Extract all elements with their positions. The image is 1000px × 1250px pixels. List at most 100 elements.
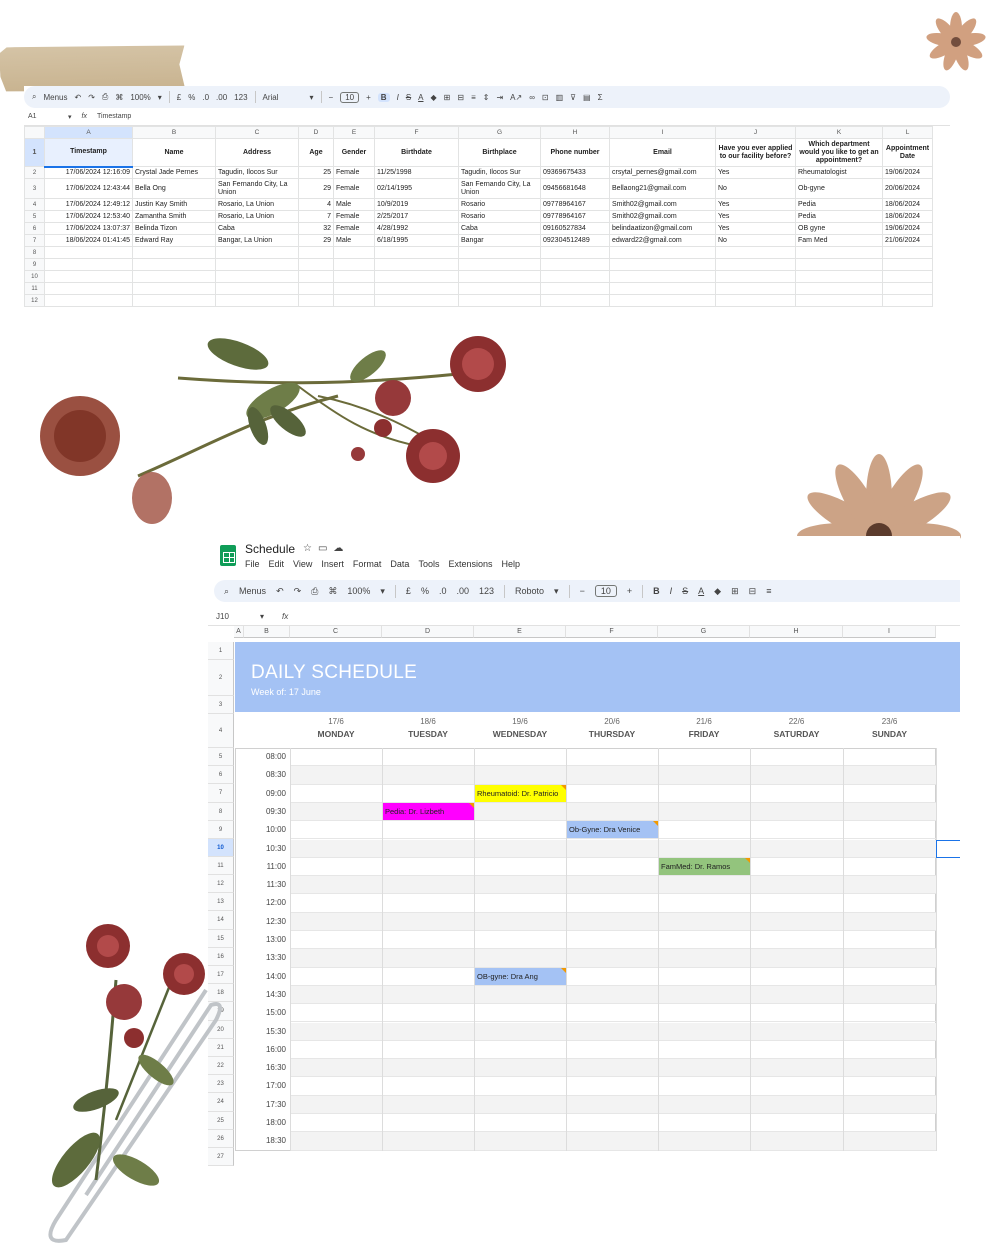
redo-icon[interactable]: ↷ [88,93,95,102]
table-cell[interactable]: Yes [715,166,796,179]
corner-select-all[interactable] [24,126,45,139]
empty-cell[interactable] [374,282,459,295]
empty-cell[interactable] [609,282,716,295]
align-vertical-icon[interactable]: ⇕ [483,93,490,102]
appointment-block[interactable]: Ob-Gyne: Dra Venice [567,821,658,839]
table-cell[interactable]: 29 [298,178,334,199]
time-slot-row[interactable] [290,968,936,986]
empty-cell[interactable] [609,246,716,259]
table-cell[interactable]: 17/06/2024 12:16:09 [44,166,133,179]
table-cell[interactable]: Rosario [458,198,541,211]
empty-cell[interactable] [298,270,334,283]
empty-cell[interactable] [298,258,334,271]
empty-cell[interactable] [215,246,299,259]
table-cell[interactable]: Yes [715,222,796,235]
row-number[interactable]: 3 [24,178,45,199]
font-size-input[interactable]: 10 [594,585,617,597]
table-cell[interactable]: Rosario, La Union [215,198,299,211]
italic-icon[interactable]: I [397,93,399,102]
font-select[interactable]: Arial [263,93,303,102]
font-size-decrease-icon[interactable]: − [580,586,585,596]
menu-item-help[interactable]: Help [501,559,520,569]
menu-item-insert[interactable]: Insert [321,559,344,569]
empty-cell[interactable] [715,270,796,283]
align-horizontal-icon[interactable]: ≡ [471,93,476,102]
row-number[interactable]: 2 [24,166,45,179]
menu-item-view[interactable]: View [293,559,312,569]
column-header-b[interactable]: B [244,626,290,638]
empty-cell[interactable] [44,258,133,271]
increase-decimal-button[interactable]: .00 [216,93,227,102]
column-title-cell[interactable]: Appointment Date [882,138,933,167]
table-cell[interactable]: 18/06/2024 01:41:45 [44,234,133,247]
menu-item-file[interactable]: File [245,559,260,569]
table-cell[interactable]: Female [333,222,375,235]
table-cell[interactable]: Male [333,198,375,211]
undo-icon[interactable]: ↶ [75,93,82,102]
table-cell[interactable]: 6/18/1995 [374,234,459,247]
row-number[interactable]: 3 [208,696,234,714]
name-box[interactable]: A1 [28,113,58,120]
column-header-g[interactable]: G [458,126,541,139]
empty-cell[interactable] [540,270,610,283]
row-number[interactable]: 6 [208,766,234,784]
empty-cell[interactable] [298,246,334,259]
row-number[interactable]: 9 [24,258,45,271]
appointment-block[interactable]: OB-gyne: Dra Ang [475,967,566,985]
column-header-h[interactable]: H [750,626,843,638]
column-header-k[interactable]: K [795,126,883,139]
column-header-g[interactable]: G [658,626,750,638]
row-number[interactable]: 4 [24,198,45,211]
table-cell[interactable]: crsytal_pernes@gmail.com [609,166,716,179]
empty-cell[interactable] [132,282,216,295]
time-slot-row[interactable] [290,1004,936,1023]
table-cell[interactable]: 19/06/2024 [882,166,933,179]
menu-item-edit[interactable]: Edit [269,559,285,569]
empty-cell[interactable] [715,246,796,259]
table-cell[interactable]: No [715,234,796,247]
text-color-icon[interactable]: A [698,586,704,596]
sheets-logo-icon[interactable] [220,545,236,566]
row-number[interactable]: 9 [208,821,234,839]
empty-cell[interactable] [215,270,299,283]
empty-cell[interactable] [374,294,459,307]
table-cell[interactable]: Female [333,210,375,223]
table-cell[interactable]: Bangar [458,234,541,247]
borders-icon[interactable]: ⊞ [444,93,451,102]
currency-button[interactable]: £ [406,586,411,596]
menus-search[interactable]: Menus [239,586,266,596]
column-title-cell[interactable]: Email [609,138,716,167]
zoom-select[interactable]: 100% [130,93,150,102]
table-cell[interactable]: 21/06/2024 [882,234,933,247]
time-slot-row[interactable] [290,785,936,803]
empty-cell[interactable] [333,270,375,283]
table-cell[interactable]: 7 [298,210,334,223]
chevron-down-icon[interactable]: ▾ [68,113,72,121]
empty-cell[interactable] [715,282,796,295]
row-number[interactable]: 5 [208,748,234,766]
empty-cell[interactable] [374,258,459,271]
table-cell[interactable]: Zamantha Smith [132,210,216,223]
empty-cell[interactable] [882,270,933,283]
row-number[interactable]: 12 [24,294,45,307]
row-number[interactable]: 11 [24,282,45,295]
empty-cell[interactable] [333,246,375,259]
column-header-j[interactable]: J [715,126,796,139]
chevron-down-icon[interactable]: ▾ [260,612,264,621]
time-slot-row[interactable] [290,1022,936,1041]
empty-cell[interactable] [795,282,883,295]
table-cell[interactable]: 19/06/2024 [882,222,933,235]
column-title-cell[interactable]: Have you ever applied to our facility be… [715,138,796,167]
table-cell[interactable]: 092304512489 [540,234,610,247]
italic-icon[interactable]: I [670,586,673,596]
table-cell[interactable]: Bella Ong [132,178,216,199]
chevron-down-icon[interactable]: ▾ [380,586,385,597]
undo-icon[interactable]: ↶ [276,586,284,597]
column-header-b[interactable]: B [132,126,216,139]
table-cell[interactable]: 02/14/1995 [374,178,459,199]
column-title-cell[interactable]: Birthplace [458,138,541,167]
table-cell[interactable]: 09369675433 [540,166,610,179]
column-title-cell[interactable]: Timestamp [44,138,133,168]
font-select[interactable]: Roboto [515,586,544,596]
star-icon[interactable]: ☆ [303,543,318,554]
